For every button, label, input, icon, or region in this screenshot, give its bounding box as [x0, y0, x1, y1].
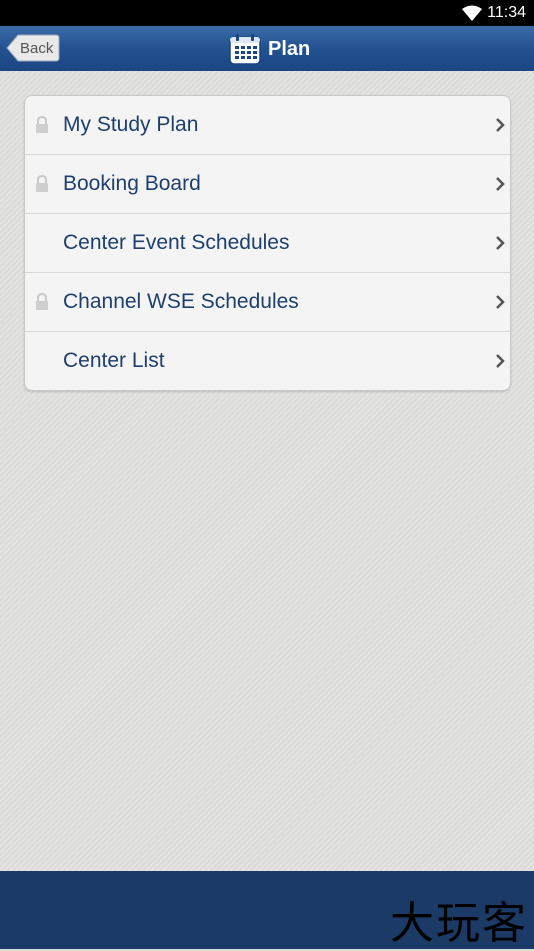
nav-title-group: Plan	[228, 33, 310, 65]
menu-item-label: Center List	[63, 349, 165, 372]
menu-item-center-event-schedules[interactable]: Center Event Schedules	[25, 214, 510, 273]
menu-item-label: Channel WSE Schedules	[63, 290, 299, 313]
menu-item-center-list[interactable]: Center List	[25, 332, 510, 390]
chevron-right-icon	[496, 118, 505, 132]
content-area: My Study Plan Booking Board Center Event…	[0, 71, 534, 871]
chevron-right-icon	[496, 354, 505, 368]
bottom-bar: 大玩客	[0, 871, 534, 949]
calendar-icon	[229, 34, 261, 65]
lock-icon	[36, 115, 48, 133]
menu-item-booking-board[interactable]: Booking Board	[25, 155, 510, 214]
wifi-icon	[462, 5, 482, 21]
chevron-right-icon	[496, 295, 505, 309]
nav-bar: Back Plan	[0, 26, 534, 72]
lock-icon	[36, 292, 48, 310]
chevron-right-icon	[496, 236, 505, 250]
back-label: Back	[20, 40, 54, 57]
page-title: Plan	[268, 37, 311, 60]
status-bar: 11:34	[0, 0, 534, 26]
menu-item-label: Booking Board	[63, 172, 201, 195]
menu-item-my-study-plan[interactable]: My Study Plan	[25, 96, 510, 155]
status-time: 11:34	[487, 4, 526, 21]
chevron-right-icon	[496, 177, 505, 191]
menu-item-label: Center Event Schedules	[63, 231, 290, 254]
watermark: 大玩客	[390, 898, 528, 949]
menu-list: My Study Plan Booking Board Center Event…	[24, 95, 511, 391]
back-button[interactable]: Back	[6, 34, 60, 62]
lock-icon	[36, 174, 48, 192]
menu-item-label: My Study Plan	[63, 113, 199, 136]
menu-item-channel-wse-schedules[interactable]: Channel WSE Schedules	[25, 273, 510, 332]
